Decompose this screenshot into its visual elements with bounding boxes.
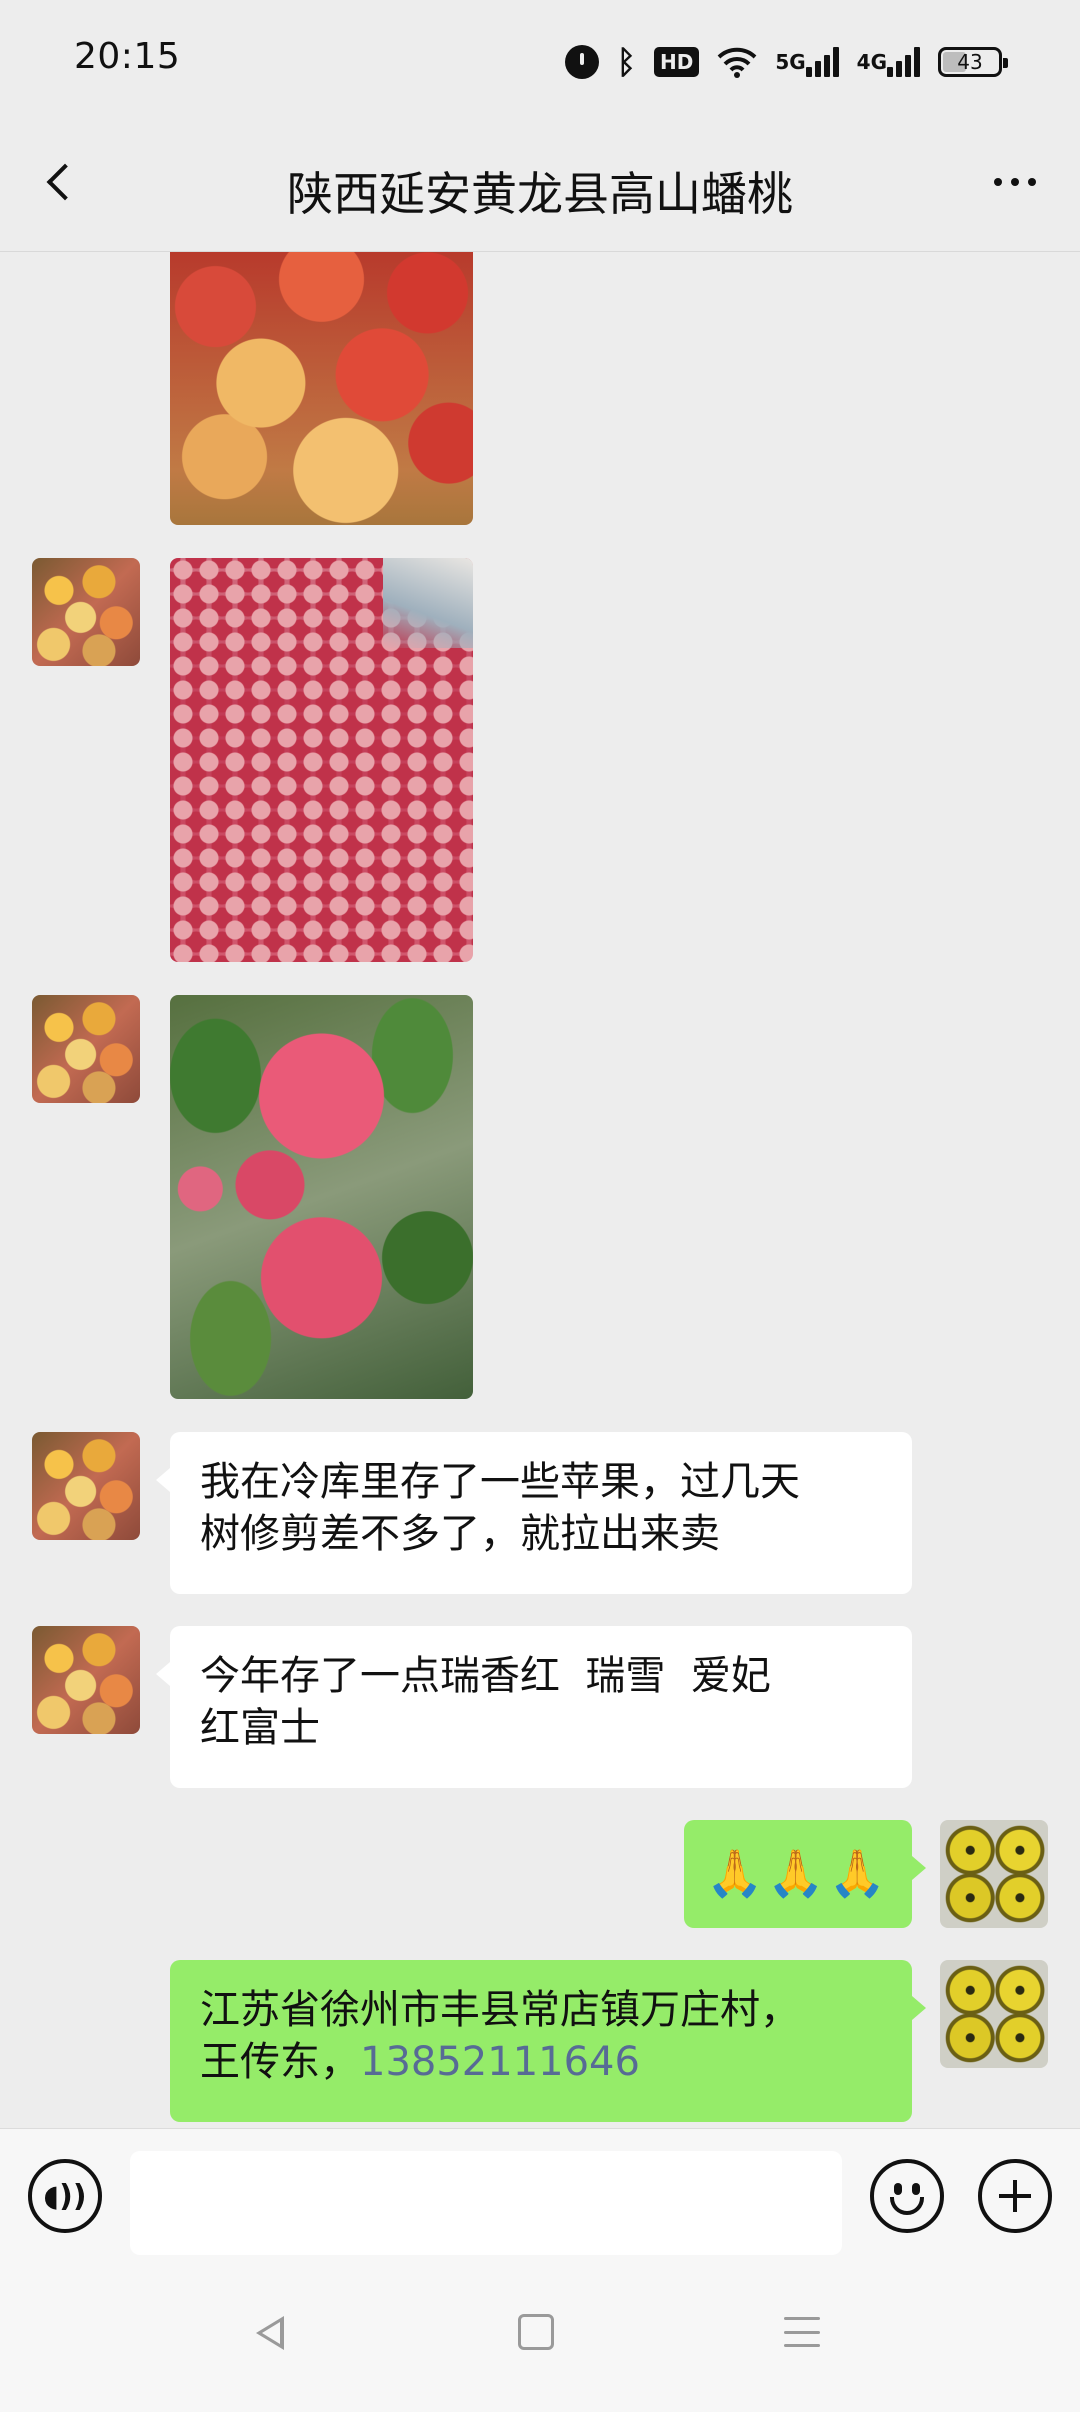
- voice-icon: ◖)): [43, 2178, 87, 2214]
- message-text: 王传东，: [200, 2039, 360, 2085]
- voice-button[interactable]: ◖)): [28, 2159, 102, 2233]
- chat-input-bar: ◖)): [0, 2128, 1080, 2262]
- message-line: 我在冷库里存了一些苹果，过几天: [200, 1459, 800, 1505]
- message-line: 王传东，13852111646: [200, 2036, 882, 2088]
- message-line: 树修剪差不多了，就拉出来卖: [200, 1511, 720, 1557]
- incoming-text-message[interactable]: 我在冷库里存了一些苹果，过几天 树修剪差不多了，就拉出来卖: [156, 1432, 912, 1594]
- system-menu-button[interactable]: [784, 2314, 820, 2350]
- message-line: 红富士: [200, 1705, 320, 1751]
- hd-icon: HD: [653, 47, 700, 77]
- 5g-signal-icon: 5G: [775, 47, 839, 77]
- bluetooth-icon: ᛒ: [616, 43, 636, 81]
- chat-title: 陕西延安黄龙县高山蟠桃: [287, 167, 793, 221]
- alarm-icon: [564, 45, 599, 79]
- system-nav-bar: [0, 2262, 1080, 2412]
- user-avatar[interactable]: [940, 1820, 1048, 1928]
- message-line: 今年存了一点瑞香红 瑞雪 爱妃: [200, 1653, 771, 1699]
- user-avatar[interactable]: [940, 1960, 1048, 2068]
- status-icons: ᛒ HD 5G 4G 43: [564, 38, 1008, 86]
- 4g-label: 4G: [856, 50, 887, 74]
- message-list[interactable]: 我在冷库里存了一些苹果，过几天 树修剪差不多了，就拉出来卖 今年存了一点瑞香红 …: [0, 252, 1080, 2128]
- chat-header: 陕西延安黄龙县高山蟠桃: [0, 118, 1080, 252]
- 5g-label: 5G: [775, 50, 806, 74]
- plus-button[interactable]: [978, 2159, 1052, 2233]
- image-message-apples-tree[interactable]: [170, 995, 473, 1399]
- status-time: 20:15: [74, 36, 181, 77]
- message-line: 江苏省徐州市丰县常店镇万庄村，: [200, 1987, 800, 2033]
- 4g-signal-icon: 4G: [857, 47, 920, 77]
- outgoing-emoji-message[interactable]: 🙏🙏🙏: [684, 1820, 926, 1928]
- message-input[interactable]: [130, 2151, 842, 2255]
- chevron-left-icon: [46, 163, 84, 201]
- contact-avatar[interactable]: [32, 1626, 140, 1734]
- wifi-icon: [717, 46, 757, 78]
- battery-icon: 43: [938, 47, 1008, 77]
- more-dot-icon: [1011, 178, 1019, 186]
- image-message-apples-basket[interactable]: [170, 252, 473, 525]
- emoji-icon: [894, 2183, 902, 2195]
- battery-level: 43: [957, 50, 983, 74]
- contact-avatar[interactable]: [32, 1432, 140, 1540]
- contact-avatar[interactable]: [32, 558, 140, 666]
- pray-emoji: 🙏🙏🙏: [706, 1846, 890, 1900]
- phone-number-link[interactable]: 13852111646: [360, 2039, 640, 2085]
- contact-avatar[interactable]: [32, 995, 140, 1103]
- incoming-text-message[interactable]: 今年存了一点瑞香红 瑞雪 爱妃 红富士: [156, 1626, 912, 1788]
- more-dot-icon: [1028, 178, 1036, 186]
- emoji-button[interactable]: [870, 2159, 944, 2233]
- system-back-button[interactable]: [250, 2312, 290, 2352]
- outgoing-text-message[interactable]: 江苏省徐州市丰县常店镇万庄村， 王传东，13852111646: [170, 1960, 926, 2122]
- image-message-apple-pile[interactable]: [170, 558, 473, 962]
- back-button[interactable]: [30, 152, 90, 212]
- more-options-button[interactable]: [980, 152, 1050, 212]
- status-bar: 20:15 ᛒ HD 5G 4G 43: [0, 0, 1080, 118]
- more-dot-icon: [994, 178, 1002, 186]
- system-home-button[interactable]: [518, 2314, 554, 2350]
